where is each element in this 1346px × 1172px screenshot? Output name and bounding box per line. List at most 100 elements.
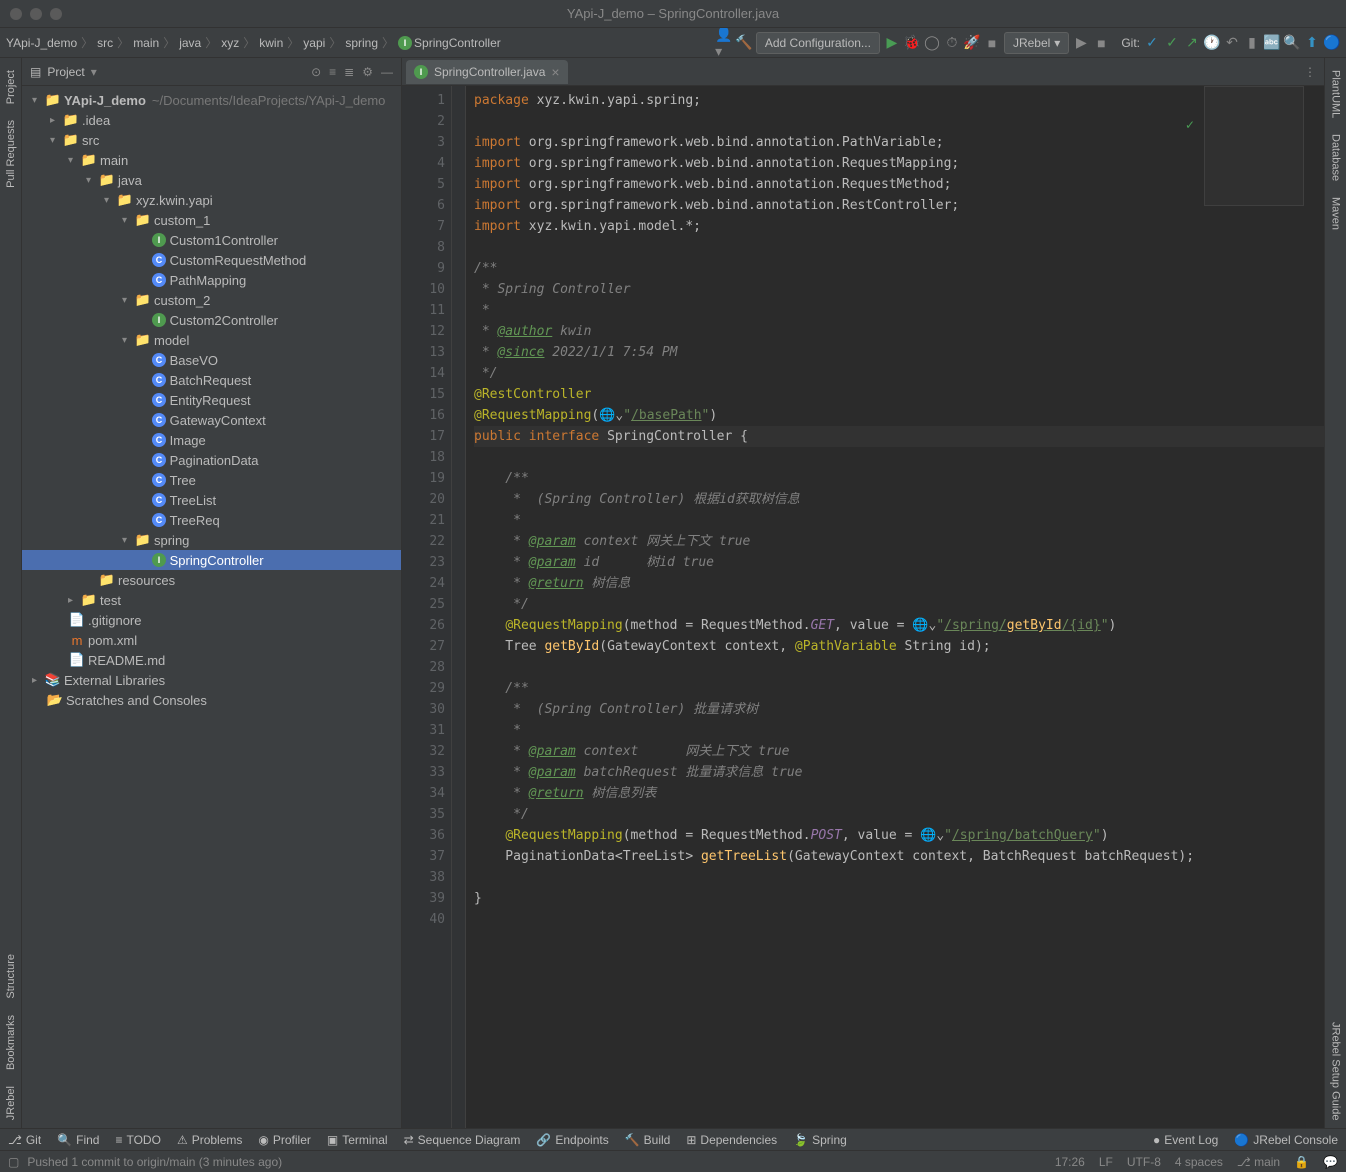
tree-class[interactable]: C BaseVO bbox=[22, 350, 401, 370]
add-configuration-button[interactable]: Add Configuration... bbox=[756, 32, 880, 54]
collapse-all-icon[interactable]: ≣ bbox=[344, 65, 354, 79]
breadcrumb-item[interactable]: java bbox=[179, 36, 201, 50]
editor-tab[interactable]: I SpringController.java × bbox=[406, 60, 568, 84]
hammer-icon[interactable]: 🔨 bbox=[736, 35, 752, 51]
rocket-icon[interactable]: 🚀 bbox=[964, 35, 980, 51]
tree-folder-custom2[interactable]: ▾📁custom_2 bbox=[22, 290, 401, 310]
tree-class[interactable]: C GatewayContext bbox=[22, 410, 401, 430]
status-indent[interactable]: 4 spaces bbox=[1175, 1155, 1223, 1169]
tree-folder-java[interactable]: ▾📁java bbox=[22, 170, 401, 190]
hide-icon[interactable]: — bbox=[381, 65, 393, 79]
tool-problems[interactable]: ⚠ Problems bbox=[177, 1133, 242, 1147]
status-chat-icon[interactable]: 💬 bbox=[1323, 1155, 1338, 1169]
status-encoding[interactable]: UTF-8 bbox=[1127, 1155, 1161, 1169]
tree-file-gitignore[interactable]: 📄.gitignore bbox=[22, 610, 401, 630]
user-icon[interactable]: 👤▾ bbox=[716, 35, 732, 51]
tree-class[interactable]: C CustomRequestMethod bbox=[22, 250, 401, 270]
tree-folder-custom1[interactable]: ▾📁custom_1 bbox=[22, 210, 401, 230]
tree-folder-spring[interactable]: ▾📁spring bbox=[22, 530, 401, 550]
status-caret-pos[interactable]: 17:26 bbox=[1055, 1155, 1085, 1169]
breadcrumb-item[interactable]: src bbox=[97, 36, 113, 50]
tree-class[interactable]: I Custom1Controller bbox=[22, 230, 401, 250]
updates-icon[interactable]: ⬆ bbox=[1304, 35, 1320, 51]
tool-jrebel-console[interactable]: 🔵 JRebel Console bbox=[1234, 1133, 1338, 1147]
tool-spring[interactable]: 🍃 Spring bbox=[793, 1133, 847, 1147]
tree-file-readme[interactable]: 📄README.md bbox=[22, 650, 401, 670]
editor-menu-icon[interactable]: ⋮ bbox=[1304, 65, 1324, 79]
tree-class-springcontroller[interactable]: I SpringController bbox=[22, 550, 401, 570]
tool-jrebel[interactable]: JRebel bbox=[5, 1086, 17, 1120]
breadcrumb-item[interactable]: SpringController bbox=[414, 36, 501, 50]
git-rollback-icon[interactable]: ↶ bbox=[1224, 35, 1240, 51]
jrebel-dropdown[interactable]: JRebel ▾ bbox=[1004, 32, 1069, 54]
tree-folder-idea[interactable]: ▸📁.idea bbox=[22, 110, 401, 130]
debug-icon[interactable]: 🐞 bbox=[904, 35, 920, 51]
tree-folder-model[interactable]: ▾📁model bbox=[22, 330, 401, 350]
tree-class[interactable]: C PaginationData bbox=[22, 450, 401, 470]
tool-windows-icon[interactable]: ▢ bbox=[8, 1155, 19, 1169]
tool-structure[interactable]: Structure bbox=[5, 954, 17, 999]
tool-jrebel-setup[interactable]: JRebel Setup Guide bbox=[1330, 1022, 1342, 1120]
close-window-icon[interactable] bbox=[10, 8, 22, 20]
status-lock-icon[interactable]: 🔒 bbox=[1294, 1155, 1309, 1169]
tree-class[interactable]: C BatchRequest bbox=[22, 370, 401, 390]
tool-build[interactable]: 🔨 Build bbox=[625, 1133, 671, 1147]
breadcrumb-item[interactable]: main bbox=[133, 36, 159, 50]
tool-endpoints[interactable]: 🔗 Endpoints bbox=[536, 1133, 608, 1147]
tree-class[interactable]: C Tree bbox=[22, 470, 401, 490]
tool-project[interactable]: Project bbox=[5, 70, 17, 104]
status-line-sep[interactable]: LF bbox=[1099, 1155, 1113, 1169]
breadcrumb-item[interactable]: yapi bbox=[303, 36, 325, 50]
coverage-icon[interactable]: ◯ bbox=[924, 35, 940, 51]
tool-profiler[interactable]: ◉ Profiler bbox=[258, 1133, 311, 1147]
tool-dependencies[interactable]: ⊞ Dependencies bbox=[686, 1133, 777, 1147]
run-jrebel-icon[interactable]: ▶ bbox=[1073, 35, 1089, 51]
expand-all-icon[interactable]: ≡ bbox=[329, 65, 336, 79]
breadcrumb[interactable]: YApi-J_demo〉 src〉 main〉 java〉 xyz〉 kwin〉… bbox=[6, 34, 501, 51]
tree-folder-main[interactable]: ▾📁main bbox=[22, 150, 401, 170]
git-history-icon[interactable]: 🕐 bbox=[1204, 35, 1220, 51]
breadcrumb-item[interactable]: xyz bbox=[221, 36, 239, 50]
tool-pull-requests[interactable]: Pull Requests bbox=[5, 120, 17, 188]
tree-class[interactable]: C EntityRequest bbox=[22, 390, 401, 410]
fold-gutter[interactable] bbox=[452, 86, 466, 1128]
tree-folder-src[interactable]: ▾📁src bbox=[22, 130, 401, 150]
minimap[interactable] bbox=[1204, 86, 1304, 206]
tree-root[interactable]: ▾📁YApi-J_demo~/Documents/IdeaProjects/YA… bbox=[22, 90, 401, 110]
tree-class[interactable]: I Custom2Controller bbox=[22, 310, 401, 330]
jrebel-toolbar-icon[interactable]: 🔵 bbox=[1324, 35, 1340, 51]
tool-maven[interactable]: Maven bbox=[1330, 197, 1342, 230]
breadcrumb-item[interactable]: YApi-J_demo bbox=[6, 36, 77, 50]
project-tree[interactable]: ▾📁YApi-J_demo~/Documents/IdeaProjects/YA… bbox=[22, 86, 401, 1128]
zoom-window-icon[interactable] bbox=[50, 8, 62, 20]
code-content[interactable]: package xyz.kwin.yapi.spring; import org… bbox=[466, 86, 1324, 1128]
git-commit-icon[interactable]: ✓ bbox=[1164, 35, 1180, 51]
code-with-me-icon[interactable]: ▮ bbox=[1244, 35, 1260, 51]
tree-class[interactable]: C PathMapping bbox=[22, 270, 401, 290]
tree-external-libraries[interactable]: ▸📚External Libraries bbox=[22, 670, 401, 690]
tree-folder-test[interactable]: ▸📁test bbox=[22, 590, 401, 610]
tool-git[interactable]: ⎇ Git bbox=[8, 1133, 41, 1147]
tool-database[interactable]: Database bbox=[1330, 134, 1342, 181]
tool-terminal[interactable]: ▣ Terminal bbox=[327, 1133, 388, 1147]
tree-scratches[interactable]: 📂Scratches and Consoles bbox=[22, 690, 401, 710]
no-problems-icon[interactable]: ✓ bbox=[1185, 118, 1199, 132]
close-tab-icon[interactable]: × bbox=[551, 64, 559, 80]
tool-event-log[interactable]: ● Event Log bbox=[1153, 1133, 1218, 1147]
editor-body[interactable]: 1234567891011121314151617181920212223242… bbox=[402, 86, 1324, 1128]
gear-icon[interactable]: ⚙ bbox=[362, 65, 373, 79]
profile-icon[interactable]: ⏱ bbox=[944, 35, 960, 51]
git-push-icon[interactable]: ↗ bbox=[1184, 35, 1200, 51]
tree-package[interactable]: ▾📁xyz.kwin.yapi bbox=[22, 190, 401, 210]
tree-class[interactable]: C TreeList bbox=[22, 490, 401, 510]
minimize-window-icon[interactable] bbox=[30, 8, 42, 20]
tool-plantuml[interactable]: PlantUML bbox=[1330, 70, 1342, 118]
tool-find[interactable]: 🔍 Find bbox=[57, 1133, 99, 1147]
breadcrumb-item[interactable]: spring bbox=[345, 36, 378, 50]
translate-icon[interactable]: 🔤 bbox=[1264, 35, 1280, 51]
run-icon[interactable]: ▶ bbox=[884, 35, 900, 51]
status-branch[interactable]: ⎇ main bbox=[1237, 1155, 1280, 1169]
stop-jrebel-icon[interactable]: ■ bbox=[1093, 35, 1109, 51]
breadcrumb-item[interactable]: kwin bbox=[259, 36, 283, 50]
tool-sequence-diagram[interactable]: ⇄ Sequence Diagram bbox=[404, 1133, 521, 1147]
